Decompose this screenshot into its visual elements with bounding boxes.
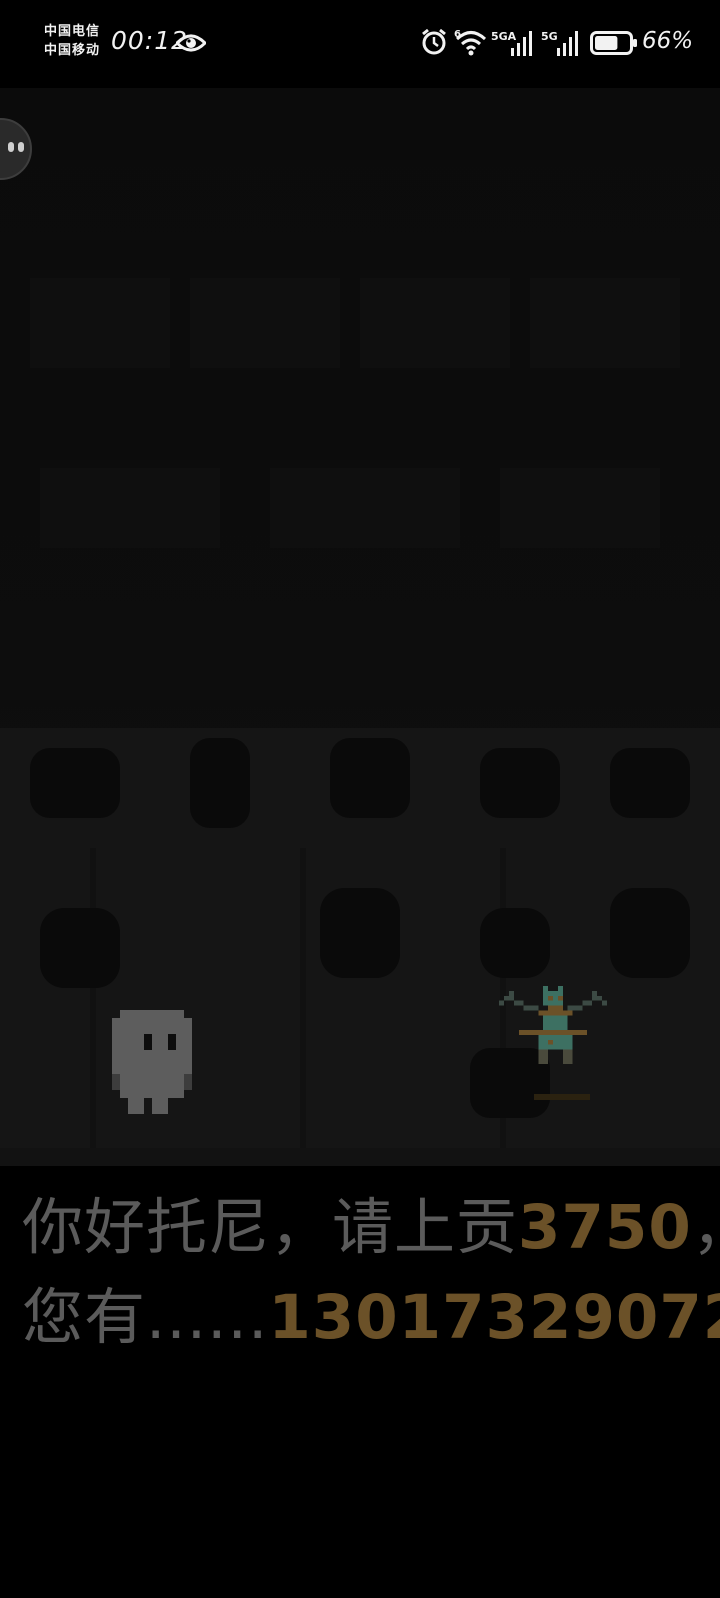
game-screen[interactable]: 中国电信 中国移动 00:12 6 5GA 5G 66% 你好托尼，请上贡375… xyxy=(0,0,720,1598)
bubble-eye-right xyxy=(18,142,24,152)
wifi-badge: 6 xyxy=(454,29,461,40)
status-bar: 中国电信 中国移动 00:12 6 5GA 5G 66% xyxy=(0,0,720,88)
dialogue-comma: ， xyxy=(692,1192,720,1263)
game-view[interactable] xyxy=(0,88,720,1166)
phone-number: 13017329072 xyxy=(268,1282,720,1353)
wifi-icon: 6 xyxy=(454,29,487,56)
battery-percent: 66% xyxy=(642,28,694,54)
enemy-scarecrow-sprite[interactable] xyxy=(498,986,608,1074)
signal-icon: 5GA xyxy=(491,30,532,56)
signal-1-label: 5GA xyxy=(491,30,517,43)
dialogue-box[interactable]: 你好托尼，请上贡3750， 您有......130173290726 xyxy=(0,1166,720,1598)
tribute-amount: 3750 xyxy=(518,1192,692,1263)
carrier-info: 中国电信 中国移动 xyxy=(44,22,100,60)
eye-icon xyxy=(176,34,206,52)
floor-tiles xyxy=(0,278,720,1148)
alarm-icon xyxy=(422,28,446,55)
carrier-1: 中国电信 xyxy=(44,24,101,39)
dialogue-text-1: 你好托尼，请上贡 xyxy=(22,1192,519,1263)
battery-icon xyxy=(590,31,637,55)
bubble-eye-left xyxy=(8,142,14,152)
dialogue-line-1: 你好托尼，请上贡3750， xyxy=(22,1190,720,1266)
dialogue-line-2: 您有......130173290726 xyxy=(22,1280,720,1356)
dialogue-text-2: 您有...... xyxy=(22,1282,269,1353)
carrier-2: 中国移动 xyxy=(44,43,101,58)
player-ghost-sprite[interactable] xyxy=(112,1010,192,1114)
signal-icon: 5G xyxy=(541,30,578,56)
signal-2-label: 5G xyxy=(541,30,558,43)
